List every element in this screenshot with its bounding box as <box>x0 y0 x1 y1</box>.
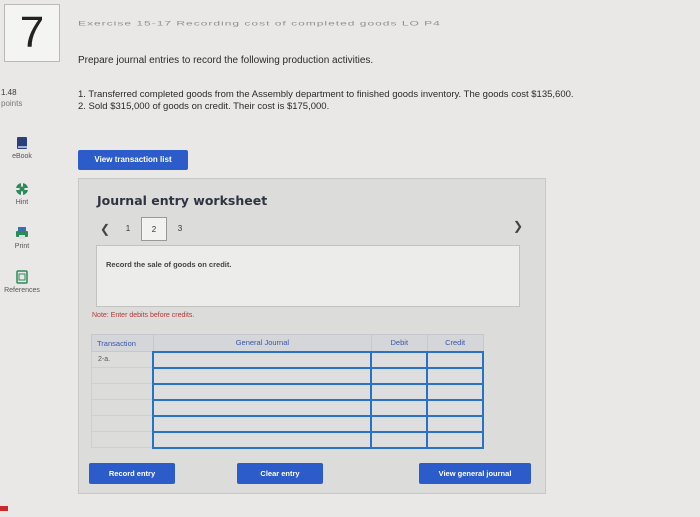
progress-indicator <box>0 506 8 511</box>
printer-icon <box>16 227 28 239</box>
sidebar-item-references[interactable]: References <box>0 270 44 294</box>
account-input[interactable] <box>152 414 373 433</box>
debit-input[interactable] <box>370 414 429 433</box>
page-1-tab[interactable]: 1 <box>115 217 141 241</box>
sidebar-item-hint[interactable]: Hint <box>0 182 44 206</box>
worksheet-title: Journal entry worksheet <box>97 193 268 208</box>
table-row <box>91 430 484 449</box>
question-number: 7 <box>4 4 60 62</box>
account-input[interactable] <box>152 382 373 401</box>
debits-note: Note: Enter debits before credits. <box>92 312 195 319</box>
points-label: points <box>1 99 23 108</box>
entry-description: Record the sale of goods on credit. <box>106 260 232 269</box>
entry-description-box: Record the sale of goods on credit. <box>96 245 520 307</box>
journal-table: Transaction General Journal Debit Credit… <box>91 334 484 449</box>
chevron-right-icon[interactable]: ❯ <box>513 219 523 233</box>
sidebar-item-print[interactable]: Print <box>0 226 44 250</box>
problem-line-1: 1. Transferred completed goods from the … <box>78 89 574 100</box>
sidebar-item-ebook[interactable]: eBook <box>0 136 44 160</box>
credit-input[interactable] <box>426 366 484 385</box>
account-input[interactable] <box>152 366 373 385</box>
column-header-transaction: Transaction <box>91 334 154 352</box>
transaction-cell: 2-a. <box>91 351 154 368</box>
credit-input[interactable] <box>426 398 484 417</box>
debit-input[interactable] <box>370 366 429 385</box>
worksheet-pager: ❮ 1 2 3 <box>95 217 193 241</box>
journal-entry-worksheet: Journal entry worksheet ❮ 1 2 3 ❯ Record… <box>78 178 546 494</box>
table-row <box>91 382 484 401</box>
table-row <box>91 398 484 417</box>
page-2-tab[interactable]: 2 <box>141 217 167 241</box>
page-3-tab[interactable]: 3 <box>167 217 193 241</box>
transaction-cell <box>91 415 154 432</box>
table-row: 2-a. <box>91 350 484 369</box>
transaction-cell <box>91 367 154 384</box>
question-title: Exercise 15-17 Recording cost of complet… <box>78 20 441 27</box>
clear-entry-button[interactable]: Clear entry <box>237 463 323 484</box>
transaction-cell <box>91 399 154 416</box>
debit-input[interactable] <box>370 398 429 417</box>
account-input[interactable] <box>152 430 373 449</box>
view-general-journal-button[interactable]: View general journal <box>419 463 531 484</box>
instruction-text: Prepare journal entries to record the fo… <box>78 55 374 66</box>
transaction-cell <box>91 383 154 400</box>
table-row <box>91 366 484 385</box>
chevron-left-icon[interactable]: ❮ <box>95 222 115 236</box>
problem-line-2: 2. Sold $315,000 of goods on credit. The… <box>78 101 330 112</box>
references-icon <box>16 270 28 284</box>
column-header-credit: Credit <box>426 334 484 352</box>
book-icon <box>17 137 27 149</box>
table-row <box>91 414 484 433</box>
view-transaction-list-button[interactable]: View transaction list <box>78 150 188 170</box>
record-entry-button[interactable]: Record entry <box>89 463 175 484</box>
sidebar-item-label: eBook <box>12 153 32 160</box>
debit-input[interactable] <box>370 382 429 401</box>
transaction-cell <box>91 431 154 448</box>
points-block: 1.48 points <box>1 87 22 109</box>
lifebuoy-icon <box>16 183 28 195</box>
column-header-debit: Debit <box>370 334 428 352</box>
account-input[interactable] <box>152 398 373 417</box>
points-value: 1.48 <box>1 88 17 97</box>
debit-input[interactable] <box>370 430 429 449</box>
credit-input[interactable] <box>426 382 484 401</box>
sidebar-item-label: Print <box>14 243 30 250</box>
problem-statement: 1. Transferred completed goods from the … <box>78 89 574 113</box>
account-input[interactable] <box>152 350 373 369</box>
credit-input[interactable] <box>426 350 484 369</box>
sidebar-item-label: References <box>4 287 40 294</box>
sidebar-item-label: Hint <box>15 199 29 206</box>
column-header-general-journal: General Journal <box>152 334 372 352</box>
credit-input[interactable] <box>426 430 484 449</box>
credit-input[interactable] <box>426 414 484 433</box>
debit-input[interactable] <box>370 350 429 369</box>
